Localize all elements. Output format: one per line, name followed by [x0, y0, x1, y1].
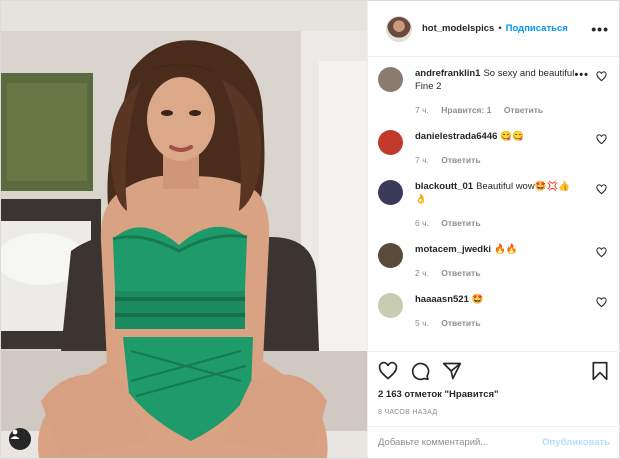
comment-like-heart-icon[interactable] [596, 184, 607, 195]
comment-text: 🔥🔥 [494, 244, 518, 255]
comments-list[interactable]: andrefranklin1 So sexy and beautiful Fine… [368, 57, 619, 351]
commenter-avatar[interactable] [378, 180, 403, 205]
comment-like-heart-icon[interactable] [596, 297, 607, 308]
comment-item: blackoutt_01 Beautiful wow🤩💢👍👌 6 ч. Ответ… [378, 180, 609, 230]
instagram-post: hot_modelspics • Подписаться ••• andrefr… [0, 0, 620, 459]
author-avatar[interactable] [386, 15, 412, 42]
comment-username[interactable]: motacem_jwedki [415, 244, 491, 255]
post-actions: 2 163 отметок "Нравится" 8 ЧАСОВ НАЗАД [368, 351, 620, 426]
comment-input[interactable] [378, 437, 538, 448]
follow-button[interactable]: Подписаться [506, 23, 568, 34]
comment-username[interactable]: andrefranklin1 [415, 68, 480, 79]
reply-button[interactable]: Ответить [441, 155, 480, 165]
comment-time[interactable]: 7 ч. [415, 105, 429, 115]
user-tag-button[interactable] [9, 428, 31, 450]
commenter-avatar[interactable] [378, 67, 403, 92]
comment-item: haaaasn521 🤩 5 ч. Ответить [378, 293, 609, 330]
reply-button[interactable]: Ответить [441, 268, 480, 278]
comment-like-heart-icon[interactable] [596, 71, 607, 82]
comment-item: andrefranklin1 So sexy and beautiful Fine… [378, 67, 609, 117]
commenter-avatar[interactable] [378, 293, 403, 318]
author-username[interactable]: hot_modelspics [422, 23, 494, 34]
more-options-icon[interactable]: ••• [591, 21, 609, 37]
reply-button[interactable]: Ответить [504, 105, 543, 115]
comment-item: motacem_jwedki 🔥🔥 2 ч. Ответить [378, 243, 609, 280]
comment-like-heart-icon[interactable] [596, 247, 607, 258]
share-icon[interactable] [442, 361, 462, 381]
comment-time[interactable]: 5 ч. [415, 318, 429, 328]
comment-time[interactable]: 2 ч. [415, 268, 429, 278]
likes-count[interactable]: 2 163 отметок "Нравится" [378, 389, 610, 400]
bookmark-icon[interactable] [590, 361, 610, 381]
publish-button[interactable]: Опубликовать [542, 437, 610, 448]
comment-text: 🤩 [471, 294, 484, 305]
header-separator: • [498, 23, 502, 34]
comment-like-heart-icon[interactable] [596, 134, 607, 145]
commenter-avatar[interactable] [378, 130, 403, 155]
comment-likes[interactable]: Нравится: 1 [441, 105, 491, 115]
photo-illustration [1, 1, 367, 458]
reply-button[interactable]: Ответить [441, 218, 480, 228]
comment-username[interactable]: blackoutt_01 [415, 181, 473, 192]
comment-time[interactable]: 6 ч. [415, 218, 429, 228]
post-photo[interactable] [1, 1, 367, 458]
comment-item: danielestrada6446 😋😋 7 ч. Ответить [378, 130, 609, 167]
post-side-panel: hot_modelspics • Подписаться ••• andrefr… [367, 1, 620, 458]
add-comment-bar: Опубликовать [368, 426, 620, 458]
post-header: hot_modelspics • Подписаться ••• [368, 1, 619, 57]
comment-text: 😋😋 [500, 131, 525, 142]
user-tag-icon [10, 429, 20, 439]
post-timestamp: 8 ЧАСОВ НАЗАД [378, 409, 438, 416]
commenter-avatar[interactable] [378, 243, 403, 268]
comment-icon[interactable] [410, 361, 430, 381]
comment-username[interactable]: danielestrada6446 [415, 131, 497, 142]
heart-icon[interactable] [378, 361, 398, 381]
comment-username[interactable]: haaaasn521 [415, 294, 469, 305]
comment-more-icon[interactable]: ••• [574, 69, 589, 81]
comment-time[interactable]: 7 ч. [415, 155, 429, 165]
reply-button[interactable]: Ответить [441, 318, 480, 328]
